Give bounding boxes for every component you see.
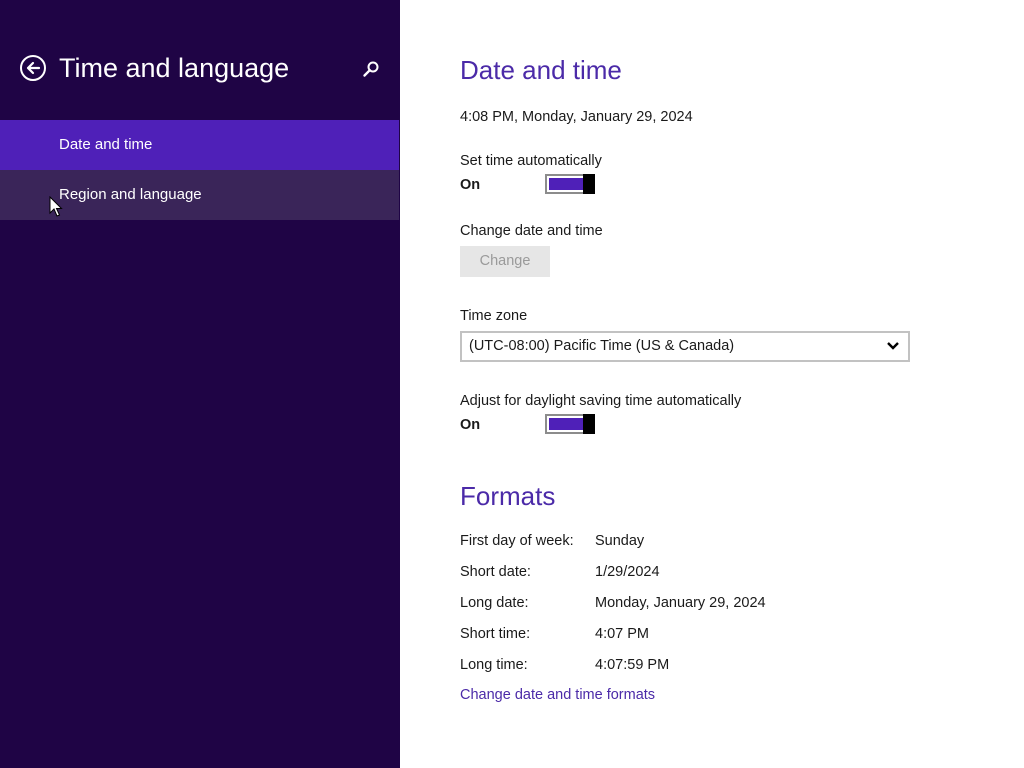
set-time-automatically-label: Set time automatically	[460, 153, 602, 169]
sidebar-item-date-and-time[interactable]: Date and time	[0, 120, 399, 170]
format-value: 4:07 PM	[595, 626, 649, 642]
change-date-and-time-label: Change date and time	[460, 223, 603, 239]
mouse-cursor-icon	[49, 196, 63, 217]
main-panel: Date and time 4:08 PM, Monday, January 2…	[400, 0, 1024, 768]
format-label: Short time:	[460, 626, 531, 642]
format-value: 4:07:59 PM	[595, 657, 670, 673]
toggle-thumb	[583, 174, 595, 194]
format-label: First day of week:	[460, 533, 574, 549]
change-formats-link[interactable]: Change date and time formats	[460, 687, 655, 703]
chevron-down-icon	[887, 342, 899, 350]
daylight-saving-label: Adjust for daylight saving time automati…	[460, 393, 742, 409]
format-value: 1/29/2024	[595, 564, 660, 580]
pc-settings-window: Time and language Date and time Region a…	[0, 0, 1024, 768]
daylight-saving-toggle[interactable]	[545, 414, 595, 434]
formats-heading: Formats	[460, 481, 556, 511]
format-label: Long time:	[460, 657, 528, 673]
back-arrow-icon	[26, 61, 41, 75]
change-button[interactable]: Change	[460, 246, 550, 277]
daylight-saving-state: On	[460, 417, 481, 433]
time-zone-value: (UTC-08:00) Pacific Time (US & Canada)	[469, 338, 735, 354]
search-button[interactable]	[361, 60, 381, 80]
set-time-automatically-state: On	[460, 177, 481, 193]
sidebar: Time and language Date and time Region a…	[0, 0, 400, 768]
format-value: Sunday	[595, 533, 645, 549]
format-label: Short date:	[460, 564, 531, 580]
page-title: Time and language	[59, 53, 290, 83]
toggle-fill	[549, 178, 583, 190]
date-and-time-heading: Date and time	[460, 55, 622, 85]
toggle-thumb	[583, 414, 595, 434]
current-date-time: 4:08 PM, Monday, January 29, 2024	[460, 109, 693, 125]
format-label: Long date:	[460, 595, 529, 611]
set-time-automatically-toggle[interactable]	[545, 174, 595, 194]
back-button[interactable]	[20, 55, 46, 81]
time-zone-select[interactable]: (UTC-08:00) Pacific Time (US & Canada)	[460, 331, 910, 362]
search-icon	[363, 61, 379, 77]
time-zone-label: Time zone	[460, 308, 528, 324]
format-value: Monday, January 29, 2024	[595, 595, 766, 611]
sidebar-item-label: Region and language	[59, 186, 202, 203]
toggle-fill	[549, 418, 583, 430]
sidebar-item-label: Date and time	[59, 136, 153, 153]
